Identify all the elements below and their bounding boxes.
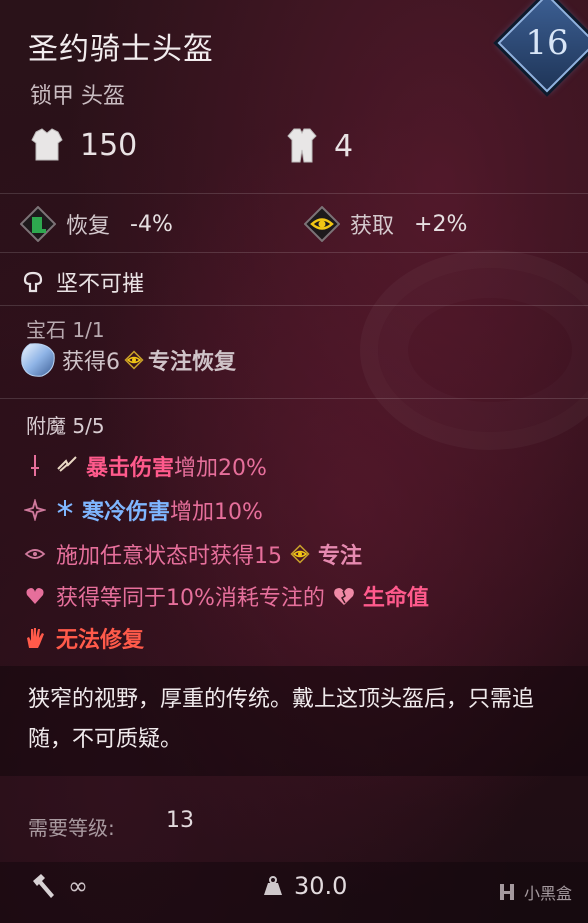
modifier-label: 获取: [350, 214, 395, 239]
gem-effect-prefix: 获得6: [62, 350, 120, 375]
eye-icon: [22, 546, 48, 562]
hammer-icon: [33, 874, 54, 898]
enchant-highlight: 暴击伤害: [86, 456, 175, 481]
indestructible-icon: [23, 271, 43, 293]
weight-class-stat: 4: [284, 126, 353, 166]
enchant-text: 增加10%: [170, 500, 263, 525]
enchant-line: 暴击伤害增加20%: [22, 450, 267, 482]
heart-shard-icon: [22, 586, 48, 606]
gem-header: 宝石 1/1: [26, 318, 105, 342]
gem-icon: [21, 343, 55, 377]
armor-value: 150: [80, 127, 138, 163]
shuriken-icon: [22, 499, 48, 521]
enchant-text: 获得等同于10%消耗专注的: [56, 586, 325, 611]
focus-icon: [290, 544, 310, 564]
cold-icon: [56, 498, 74, 523]
heybox-logo-icon: [500, 884, 514, 900]
divider: [0, 193, 588, 194]
perk-label: 坚不可摧: [56, 272, 145, 297]
watermark-text: 小黑盒: [524, 884, 573, 903]
weight-class-value: 4: [334, 128, 354, 164]
item-name: 圣约骑士头盔: [28, 32, 214, 67]
modifier-label: 恢复: [66, 214, 111, 239]
body-armor-icon: [287, 128, 317, 163]
dagger-icon: [22, 454, 48, 478]
durability: ∞: [30, 872, 88, 900]
item-type: 锁甲 头盔: [30, 84, 125, 109]
divider: [0, 305, 588, 306]
enchant-text: 增加20%: [174, 456, 267, 481]
background-ornament: [360, 250, 588, 450]
divider: [0, 252, 588, 253]
armor-icon: [31, 128, 63, 161]
hand-icon: [22, 626, 48, 650]
enchant-text: 施加任意状态时获得15: [56, 544, 282, 569]
crit-damage-icon: [56, 454, 78, 479]
enchant-line: 施加任意状态时获得15 专注: [22, 538, 362, 570]
modifier-gain: 获取 +2%: [304, 206, 467, 242]
requirement-value: 13: [166, 808, 194, 833]
focus-gain-icon: [304, 206, 340, 242]
modifier-value: +2%: [414, 211, 468, 237]
armor-stat: 150: [28, 126, 137, 164]
perk-indestructible: 坚不可摧: [22, 266, 144, 298]
weight-icon: [264, 876, 282, 895]
divider: [0, 398, 588, 399]
focus-icon: [124, 350, 144, 370]
enchant-highlight: 寒冷伤害: [82, 500, 171, 525]
modifier-value: -4%: [130, 211, 173, 237]
enchant-highlight: 专注: [318, 544, 363, 569]
enchant-line: 获得等同于10%消耗专注的 生命值: [22, 580, 429, 612]
health-heart-icon: [334, 588, 354, 605]
item-description: 狭窄的视野，厚重的传统。戴上这顶头盔后，只需追随，不可质疑。: [28, 687, 535, 752]
gem-socket: 获得6 专注恢复: [18, 340, 236, 380]
recovery-icon: [20, 206, 56, 242]
enchant-highlight: 无法修复: [56, 628, 145, 653]
enchant-line: 无法修复: [22, 622, 144, 654]
modifier-recovery: 恢复 -4%: [20, 206, 173, 242]
durability-value: ∞: [68, 872, 88, 900]
item-level: 16: [525, 23, 569, 63]
enchant-line: 寒冷伤害增加10%: [22, 494, 263, 526]
weight-value: 30.0: [294, 872, 348, 900]
gem-effect-suffix: 专注恢复: [148, 350, 237, 375]
item-weight: 30.0: [262, 872, 347, 900]
item-tooltip: 圣约骑士头盔 锁甲 头盔 16 150 4 恢复 -4% 获取 +2% 坚不可摧…: [0, 0, 588, 923]
enchant-highlight: 生命值: [362, 586, 429, 611]
watermark: 小黑盒: [496, 880, 572, 904]
requirement-label: 需要等级:: [28, 816, 115, 840]
enchant-header: 附魔 5/5: [26, 414, 105, 438]
